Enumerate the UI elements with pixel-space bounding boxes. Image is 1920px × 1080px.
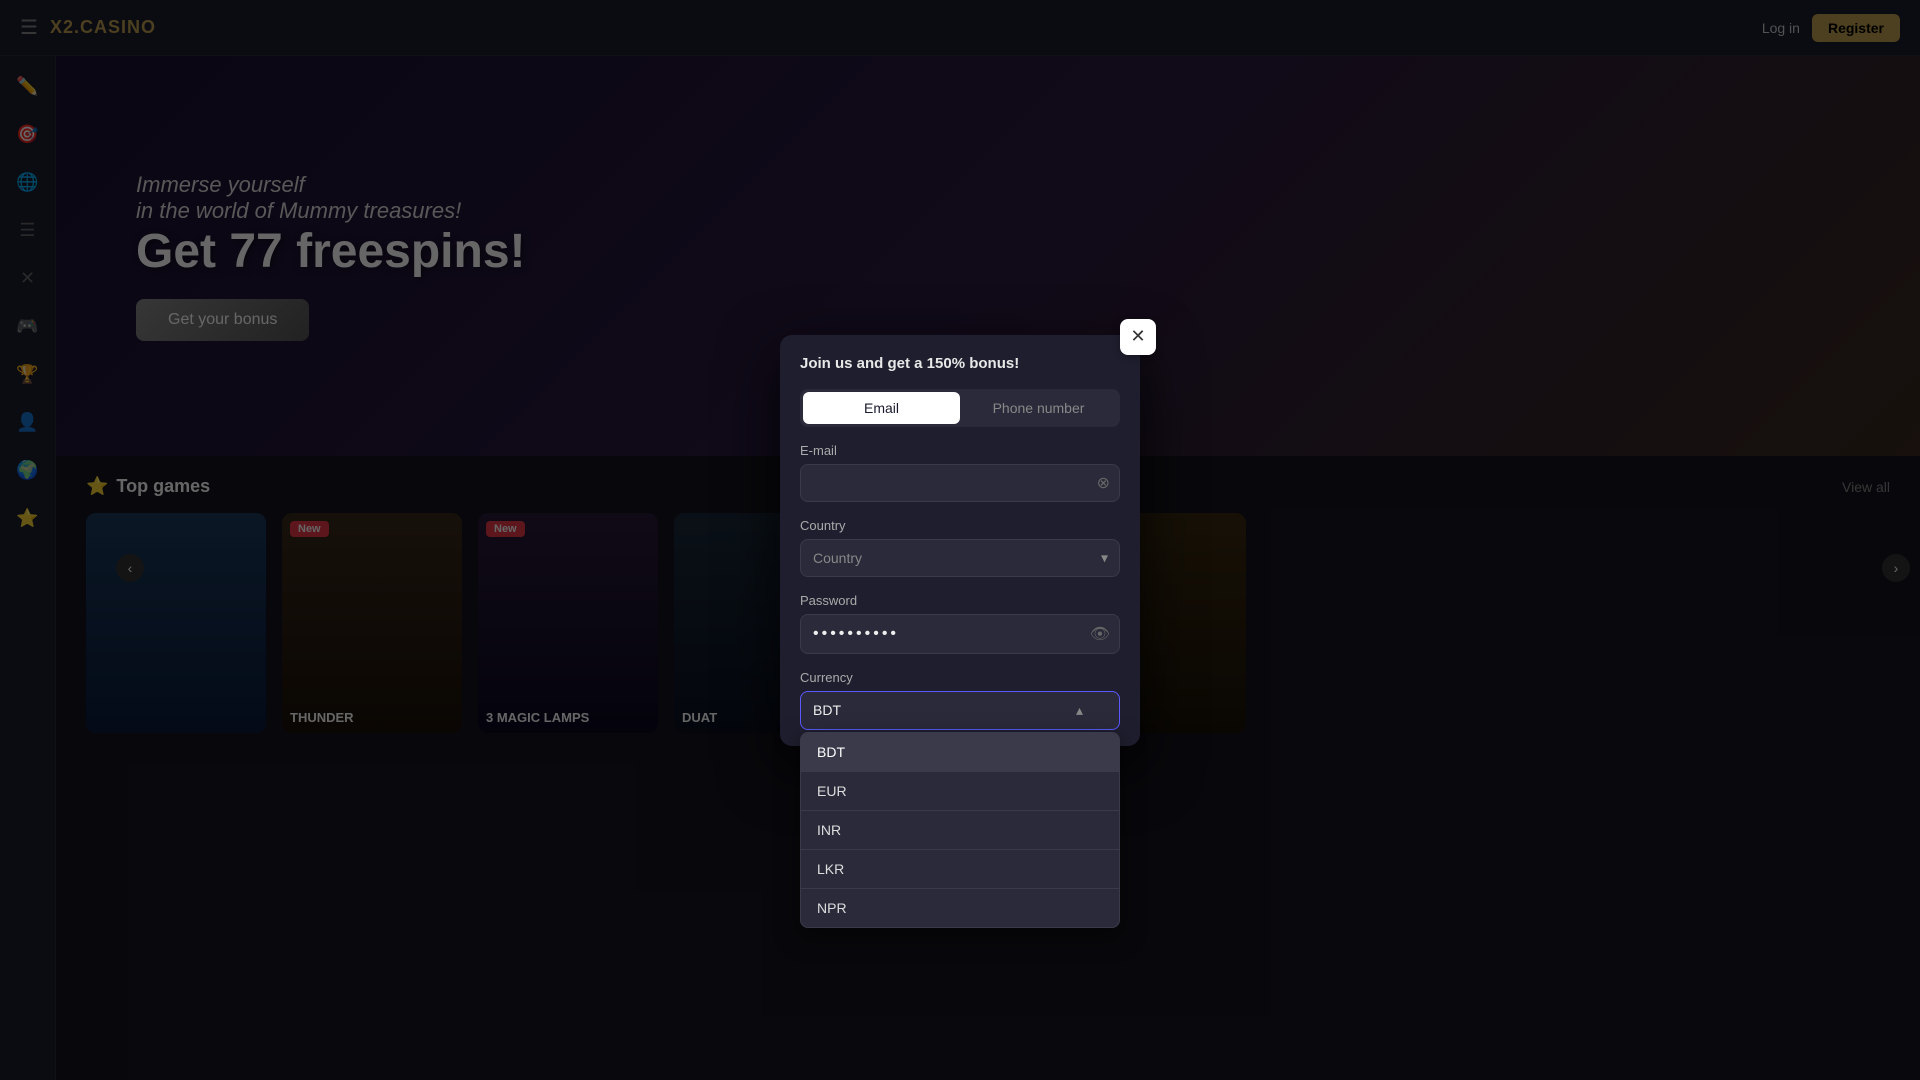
registration-modal: ✕ Join us and get a 150% bonus! Email Ph…: [780, 335, 1140, 746]
currency-selected-value: BDT: [813, 702, 841, 718]
currency-dropdown-arrow-up-icon: ▴: [1076, 702, 1083, 719]
email-label: E-mail: [800, 443, 1120, 458]
currency-option-lkr[interactable]: LKR: [801, 850, 1119, 889]
email-group: E-mail ⊗: [800, 443, 1120, 502]
currency-option-inr[interactable]: INR: [801, 811, 1119, 850]
clear-icon[interactable]: ⊗: [1097, 473, 1110, 493]
password-group: Password 👁: [800, 593, 1120, 654]
tab-email[interactable]: Email: [803, 392, 960, 424]
country-label: Country: [800, 518, 1120, 533]
modal-close-button[interactable]: ✕: [1120, 319, 1156, 355]
country-select-wrapper: Country ▾: [800, 539, 1120, 577]
currency-option-npr[interactable]: NPR: [801, 889, 1119, 927]
modal-backdrop: ✕ Join us and get a 150% bonus! Email Ph…: [0, 0, 1920, 1080]
close-icon: ✕: [1130, 326, 1145, 347]
password-input[interactable]: [800, 614, 1120, 654]
modal-header: Join us and get a 150% bonus!: [780, 335, 1140, 389]
email-input-wrapper: ⊗: [800, 464, 1120, 502]
registration-form: E-mail ⊗ Country Country ▾ Password: [780, 443, 1140, 730]
currency-label: Currency: [800, 670, 1120, 685]
email-input[interactable]: [800, 464, 1120, 502]
eye-icon[interactable]: 👁: [1090, 624, 1110, 644]
password-input-wrapper: 👁: [800, 614, 1120, 654]
modal-tabs: Email Phone number: [800, 389, 1120, 427]
currency-select-button[interactable]: BDT ▴: [800, 691, 1120, 730]
country-group: Country Country ▾: [800, 518, 1120, 577]
modal-promo-text: Join us and get a 150% bonus!: [800, 355, 1019, 372]
currency-dropdown: BDT EUR INR LKR NPR: [800, 732, 1120, 928]
country-select[interactable]: Country: [800, 539, 1120, 577]
currency-option-eur[interactable]: EUR: [801, 772, 1119, 811]
password-label: Password: [800, 593, 1120, 608]
tab-phone[interactable]: Phone number: [960, 392, 1117, 424]
currency-select-wrapper: BDT ▴ BDT EUR INR L: [800, 691, 1120, 730]
currency-option-bdt[interactable]: BDT: [801, 733, 1119, 772]
currency-group: Currency BDT ▴ BDT EUR INR: [800, 670, 1120, 730]
